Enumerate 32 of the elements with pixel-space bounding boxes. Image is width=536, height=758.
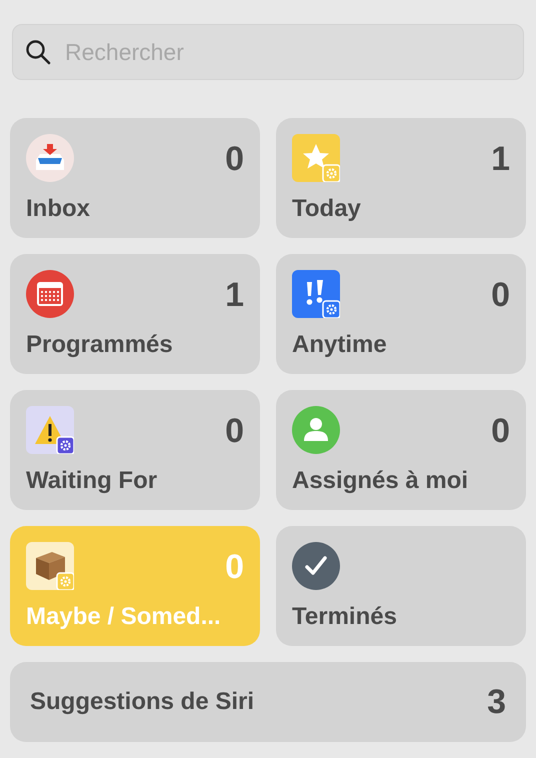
- tile-label: Anytime: [292, 330, 388, 360]
- tile-label: Inbox: [26, 194, 91, 224]
- list-tile[interactable]: 0 Anytime: [276, 254, 526, 374]
- tile-count: 0: [491, 278, 510, 312]
- list-tile[interactable]: 0 Waiting For: [10, 390, 260, 510]
- tile-count: 0: [225, 142, 244, 176]
- list-tile[interactable]: 1 Programmés: [10, 254, 260, 374]
- tile-label: Maybe / Somed...: [26, 602, 222, 632]
- calendar-icon: [26, 270, 74, 318]
- tile-label: Today: [292, 194, 362, 224]
- warning-icon: [26, 406, 74, 454]
- inbox-tray-icon: [26, 134, 74, 182]
- siri-suggestions-row[interactable]: Suggestions de Siri 3: [10, 662, 526, 742]
- tile-label: Programmés: [26, 330, 174, 360]
- tile-count: 1: [491, 142, 510, 176]
- list-tile[interactable]: Terminés: [276, 526, 526, 646]
- tile-count: 1: [225, 278, 244, 312]
- person-icon: [292, 406, 340, 454]
- exclamation-icon: [292, 270, 340, 318]
- list-tile[interactable]: 0 Inbox: [10, 118, 260, 238]
- tile-count: 0: [491, 414, 510, 448]
- package-icon: [26, 542, 74, 590]
- suggestions-count: 3: [487, 682, 506, 722]
- tile-label: Assignés à moi: [292, 466, 470, 496]
- checkmark-icon: [292, 542, 340, 590]
- tile-label: Terminés: [292, 602, 398, 632]
- list-tile[interactable]: 1 Today: [276, 118, 526, 238]
- tile-label: Waiting For: [26, 466, 158, 496]
- tile-count: 0: [225, 550, 244, 584]
- list-tile[interactable]: 0 Assignés à moi: [276, 390, 526, 510]
- tile-count: 0: [225, 414, 244, 448]
- suggestions-label: Suggestions de Siri: [30, 687, 254, 717]
